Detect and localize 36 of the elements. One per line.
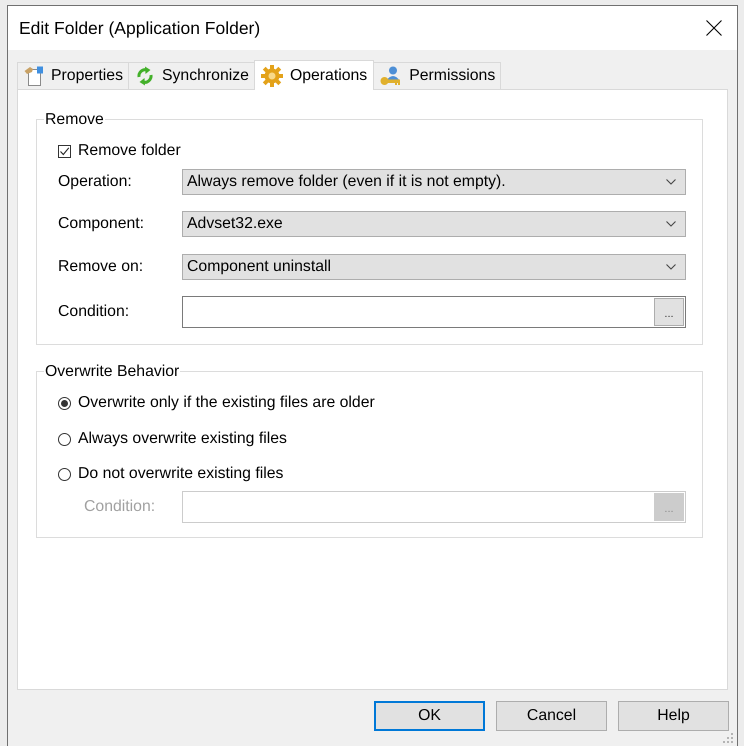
gear-icon xyxy=(260,64,283,86)
radio-label[interactable]: Always overwrite existing files xyxy=(78,427,287,451)
radio-button[interactable] xyxy=(58,432,71,446)
document-icon xyxy=(24,66,44,86)
tab[interactable]: Properties xyxy=(17,62,129,89)
text-field[interactable]: ... xyxy=(182,296,686,328)
checkbox-label[interactable]: Remove folder xyxy=(78,139,181,163)
group-title: Overwrite Behavior xyxy=(44,363,180,380)
ok-button[interactable]: OK xyxy=(374,701,485,731)
window-title: Edit Folder (Application Folder) xyxy=(19,16,260,40)
field-label: Remove on: xyxy=(58,257,144,278)
close-icon xyxy=(706,20,722,36)
resize-grip-icon[interactable] xyxy=(723,733,733,743)
chevron-down-icon xyxy=(666,221,676,227)
cancel-button[interactable]: Cancel xyxy=(496,701,607,731)
radio-label[interactable]: Do not overwrite existing files xyxy=(78,462,284,486)
field-label: Component: xyxy=(58,214,146,234)
group-title: Remove xyxy=(44,111,105,128)
tab[interactable]: Permissions xyxy=(373,62,502,89)
circular-arrows-icon xyxy=(135,66,155,86)
person-key-icon xyxy=(380,66,402,86)
dropdown[interactable]: Always remove folder (even if it is not empty). xyxy=(182,169,686,195)
field-label: Condition: xyxy=(83,497,156,518)
radio-label[interactable]: Overwrite only if the existing files are older xyxy=(78,391,375,415)
field-label: Operation: xyxy=(58,172,133,192)
field-label: Condition: xyxy=(58,302,130,322)
dropdown[interactable]: Component uninstall xyxy=(182,254,686,280)
checkbox[interactable] xyxy=(58,144,71,158)
tab[interactable]: Operations xyxy=(254,60,374,90)
help-button[interactable]: Help xyxy=(618,701,729,731)
dropdown[interactable]: Advset32.exe xyxy=(182,211,686,237)
radio-button[interactable] xyxy=(58,468,71,480)
browse-button[interactable]: ... xyxy=(654,298,684,326)
radio-button[interactable] xyxy=(58,396,71,410)
chevron-down-icon xyxy=(666,179,676,185)
chevron-down-icon xyxy=(666,264,676,270)
